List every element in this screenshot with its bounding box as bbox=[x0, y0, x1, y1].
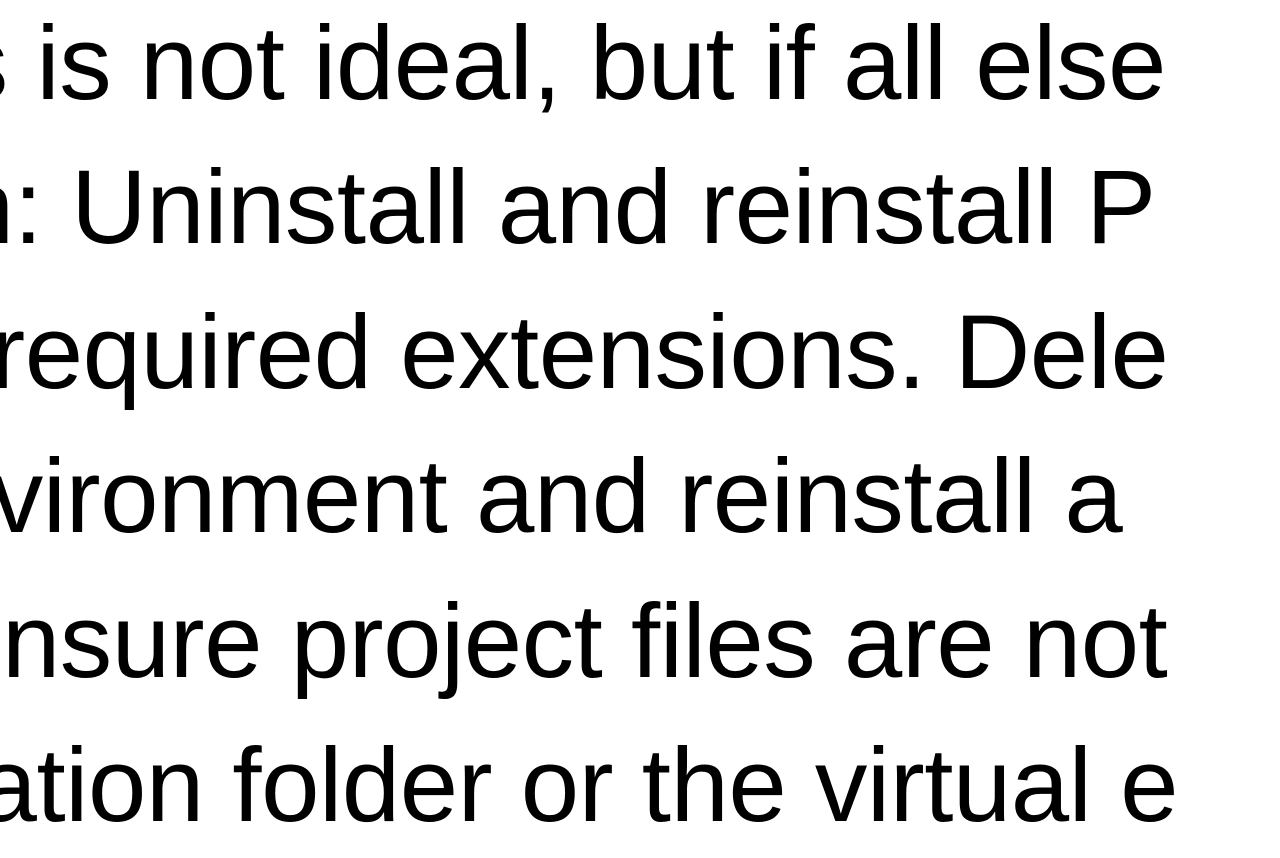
text-line: his is not ideal, but if all else bbox=[0, 0, 1178, 136]
document-text-fragment: his is not ideal, but if all else ion: U… bbox=[0, 0, 1178, 858]
text-line: environment and reinstall a bbox=[0, 425, 1178, 569]
text-line: th required extensions. Dele bbox=[0, 281, 1178, 425]
text-line: ion: Uninstall and reinstall P bbox=[0, 136, 1178, 280]
text-line: . Ensure project files are not bbox=[0, 570, 1178, 714]
text-line: allation folder or the virtual e bbox=[0, 714, 1178, 858]
